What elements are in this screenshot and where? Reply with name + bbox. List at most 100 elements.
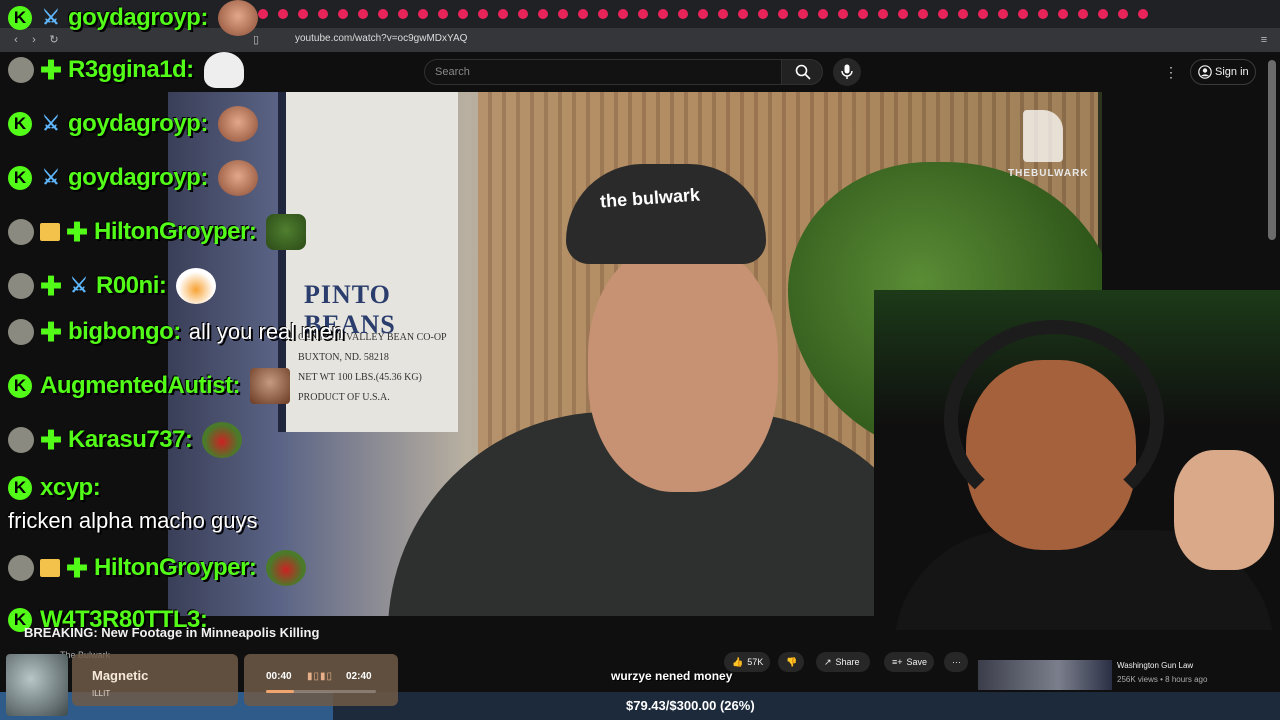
tab-favicon-icon[interactable] (778, 9, 788, 19)
tab-favicon-icon[interactable] (918, 9, 928, 19)
tab-favicon-icon[interactable] (878, 9, 888, 19)
dislike-button[interactable]: 👎 (778, 652, 804, 672)
save-button[interactable]: ≡+ Save (884, 652, 934, 672)
chat-username: bigbongo: (68, 318, 181, 345)
more-options-icon[interactable]: ⋮ (1164, 65, 1178, 79)
tab-favicon-icon[interactable] (318, 9, 328, 19)
tab-favicon-icon[interactable] (358, 9, 368, 19)
kick-badge-icon: K (8, 374, 32, 398)
tab-favicon-icon[interactable] (1078, 9, 1088, 19)
tab-favicon-icon[interactable] (438, 9, 448, 19)
tab-favicon-icon[interactable] (398, 9, 408, 19)
subscriber-badge-icon: ✚ (40, 425, 62, 455)
kick-badge-icon: K (8, 112, 32, 136)
chat-username: goydagroyp: (68, 164, 208, 191)
sword-badge-icon: ⚔ (42, 7, 60, 29)
tab-favicon-icon[interactable] (578, 9, 588, 19)
user-avatar (8, 319, 34, 345)
chat-username: goydagroyp: (68, 110, 208, 137)
tab-favicon-icon[interactable] (598, 9, 608, 19)
kick-badge-icon: K (8, 166, 32, 190)
sign-in-button[interactable]: Sign in (1190, 59, 1256, 85)
song-total-time: 02:40 (346, 671, 372, 682)
poster-line: PRODUCT OF U.S.A. (298, 392, 390, 403)
tab-favicon-icon[interactable] (938, 9, 948, 19)
sword-badge-icon: ⚔ (42, 113, 60, 135)
tab-favicon-icon[interactable] (818, 9, 828, 19)
chat-username: xcyp: (40, 474, 101, 501)
album-art (6, 654, 68, 716)
kick-badge-icon: K (8, 476, 32, 500)
subscriber-badge-icon: ✚ (40, 271, 62, 301)
tab-favicon-icon[interactable] (998, 9, 1008, 19)
song-artist: ILLIT (92, 689, 111, 698)
tab-favicon-icon[interactable] (698, 9, 708, 19)
page-scrollbar[interactable] (1268, 60, 1276, 240)
tab-favicon-icon[interactable] (278, 9, 288, 19)
tab-favicon-icon[interactable] (558, 9, 568, 19)
tab-favicon-icon[interactable] (1118, 9, 1128, 19)
recommended-title[interactable]: Washington Gun Law (1117, 661, 1193, 670)
song-title: Magnetic (92, 668, 149, 683)
tab-favicon-icon[interactable] (478, 9, 488, 19)
tab-favicon-icon[interactable] (1058, 9, 1068, 19)
tab-favicon-icon[interactable] (798, 9, 808, 19)
tab-favicon-icon[interactable] (898, 9, 908, 19)
frog-emote-icon (266, 550, 307, 586)
user-avatar (8, 427, 34, 453)
gift-badge-icon (40, 223, 60, 241)
tab-favicon-icon[interactable] (1138, 9, 1148, 19)
bean-sack-poster: PINTO BEANS CENTRAL VALLEY BEAN CO-OP BU… (278, 92, 458, 432)
tab-favicon-icon[interactable] (538, 9, 548, 19)
tab-favicon-icon[interactable] (638, 9, 648, 19)
tab-favicon-icon[interactable] (758, 9, 768, 19)
search-icon (795, 64, 811, 80)
recommended-thumbnail[interactable] (978, 660, 1112, 690)
tab-favicon-icon[interactable] (338, 9, 348, 19)
tab-favicon-icon[interactable] (978, 9, 988, 19)
tab-favicon-icon[interactable] (718, 9, 728, 19)
chat-line: ✚ R3ggina1d: (8, 52, 244, 88)
tab-favicon-icon[interactable] (678, 9, 688, 19)
user-avatar (8, 273, 34, 299)
tab-favicon-icon[interactable] (838, 9, 848, 19)
more-actions-button[interactable]: ··· (944, 652, 968, 672)
save-label: Save (906, 657, 928, 667)
chat-message: all you real men (188, 319, 345, 344)
tab-favicon-icon[interactable] (1038, 9, 1048, 19)
tab-favicon-icon[interactable] (1098, 9, 1108, 19)
pepe-emote-icon (266, 214, 307, 250)
tab-favicon-icon[interactable] (738, 9, 748, 19)
tab-favicon-icon[interactable] (618, 9, 628, 19)
chat-line: K ⚔ goydagroyp: (8, 106, 258, 142)
tab-favicon-icon[interactable] (858, 9, 868, 19)
tab-favicon-icon[interactable] (518, 9, 528, 19)
webcam-hand (1174, 450, 1274, 570)
chat-line: ✚ bigbongo: all you real men (8, 318, 344, 346)
user-avatar (8, 555, 34, 581)
tab-favicon-icon[interactable] (958, 9, 968, 19)
voice-search-button[interactable] (833, 58, 861, 86)
waveform-icon: ▮▯▮▯ (307, 671, 334, 682)
url-text[interactable]: youtube.com/watch?v=oc9gwMDxYAQ (295, 33, 467, 44)
subscriber-badge-icon: ✚ (40, 55, 62, 85)
face-emote-icon (217, 0, 258, 36)
chat-line: K ⚔ goydagroyp: (8, 160, 258, 196)
tab-favicon-icon[interactable] (258, 9, 268, 19)
browser-menu-icon[interactable]: ≡ (1258, 34, 1270, 46)
share-label: Share (835, 657, 860, 667)
tab-favicon-icon[interactable] (418, 9, 428, 19)
tab-favicon-icon[interactable] (1018, 9, 1028, 19)
tab-favicon-icon[interactable] (498, 9, 508, 19)
share-button[interactable]: ↗ Share (816, 652, 870, 672)
tab-favicon-icon[interactable] (378, 9, 388, 19)
chat-line: ✚ HiltonGroyper: (8, 214, 307, 250)
chat-line: Kxcyp: (8, 474, 101, 502)
tab-favicon-icon[interactable] (658, 9, 668, 19)
tab-favicon-icon[interactable] (298, 9, 308, 19)
thumbs-up-icon: 👍 (732, 656, 744, 667)
tab-favicon-icon[interactable] (458, 9, 468, 19)
recommended-meta: 256K views • 8 hours ago (1117, 675, 1208, 684)
search-button[interactable] (781, 59, 823, 85)
search-input[interactable]: Search (424, 59, 782, 85)
